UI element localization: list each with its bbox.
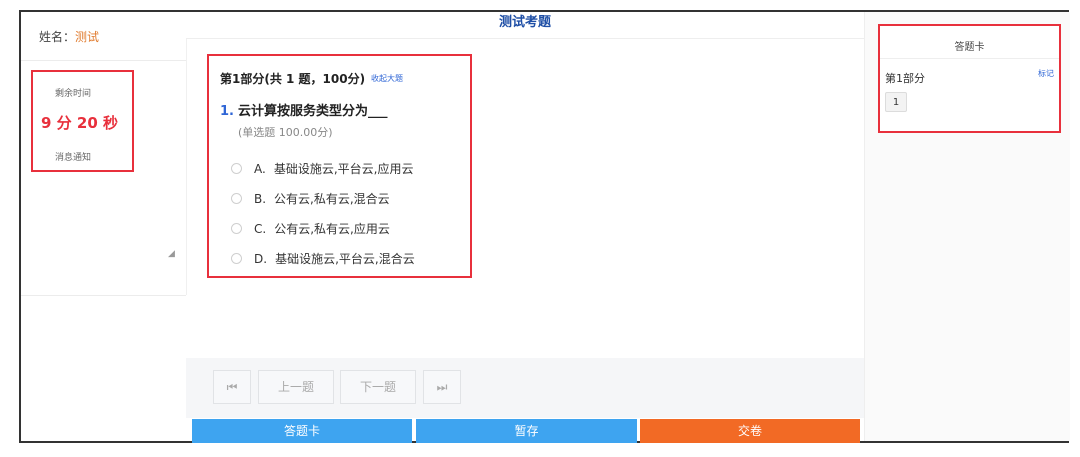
option-letter: A. — [254, 161, 266, 176]
section-heading: 第1部分(共 1 题，100分) — [220, 72, 366, 86]
option-text: 公有云,私有云,应用云 — [274, 222, 390, 236]
question-navigation: ⏮ 上一题 下一题 ⏭ — [186, 358, 864, 418]
question-title: 1. 云计算按服务类型分为___ — [220, 100, 388, 119]
collapse-section-link[interactable]: 收起大题 — [371, 73, 403, 84]
option-letter: D. — [254, 251, 268, 266]
option-text: 基础设施云,平台云,应用云 — [273, 162, 414, 176]
skip-first-icon: ⏮ — [226, 380, 238, 394]
option-a[interactable]: A. 基础设施云,平台云,应用云 — [231, 160, 413, 177]
answer-card-panel: 答题卡 第1部分 标记 1 — [878, 24, 1061, 133]
candidate-name: 姓名：测试 — [39, 28, 99, 45]
timer-panel: 剩余时间 9 分 20 秒 消息通知 — [31, 70, 134, 172]
timer-label: 剩余时间 — [55, 89, 92, 99]
answer-card-item[interactable]: 1 — [885, 92, 907, 112]
answer-card-title: 答题卡 — [954, 42, 985, 53]
name-value: 测试 — [75, 30, 100, 44]
option-c[interactable]: C. 公有云,私有云,应用云 — [231, 220, 390, 237]
skip-last-icon: ⏭ — [436, 380, 448, 394]
message-notice-label[interactable]: 消息通知 — [55, 150, 91, 163]
option-b[interactable]: B. 公有云,私有云,混合云 — [231, 190, 390, 207]
last-question-button[interactable]: ⏭ — [423, 370, 461, 404]
save-draft-button[interactable]: 暂存 — [416, 419, 637, 443]
option-letter: B. — [254, 191, 267, 206]
mark-link[interactable]: 标记 — [1038, 68, 1054, 79]
remaining-time: 9 分 20 秒 — [41, 114, 118, 132]
question-text: 云计算按服务类型分为___ — [237, 104, 388, 119]
answer-card-section: 第1部分 — [885, 72, 925, 85]
first-question-button[interactable]: ⏮ — [213, 370, 251, 404]
option-text: 基础设施云,平台云,混合云 — [275, 252, 415, 266]
question-meta: (单选题 100.00分) — [238, 126, 333, 139]
page-title: 测试考题 — [186, 12, 864, 39]
option-text: 公有云,私有云,混合云 — [274, 192, 390, 206]
radio-icon[interactable] — [231, 193, 242, 204]
radio-icon[interactable] — [231, 223, 242, 234]
submit-exam-button[interactable]: 交卷 — [640, 419, 860, 443]
divider — [880, 58, 1059, 59]
exam-window: 姓名：测试 剩余时间 9 分 20 秒 消息通知 ◢ 测试考题 第1部分(共 1… — [19, 10, 1070, 443]
radio-icon[interactable] — [231, 163, 242, 174]
left-panel: 姓名：测试 剩余时间 9 分 20 秒 消息通知 ◢ — [21, 12, 187, 296]
question-panel: 第1部分(共 1 题，100分) 收起大题 1. 云计算按服务类型分为___ (单… — [207, 54, 472, 278]
radio-icon[interactable] — [231, 253, 242, 264]
question-number: 1. — [220, 104, 234, 119]
option-d[interactable]: D. 基础设施云,平台云,混合云 — [231, 250, 415, 267]
answer-card-button[interactable]: 答题卡 — [192, 419, 412, 443]
resize-handle-icon[interactable]: ◢ — [168, 249, 175, 259]
prev-question-button[interactable]: 上一题 — [258, 370, 334, 404]
divider — [21, 60, 186, 61]
option-letter: C. — [254, 221, 267, 236]
name-label: 姓名： — [39, 30, 76, 44]
divider — [21, 295, 186, 296]
next-question-button[interactable]: 下一题 — [340, 370, 416, 404]
